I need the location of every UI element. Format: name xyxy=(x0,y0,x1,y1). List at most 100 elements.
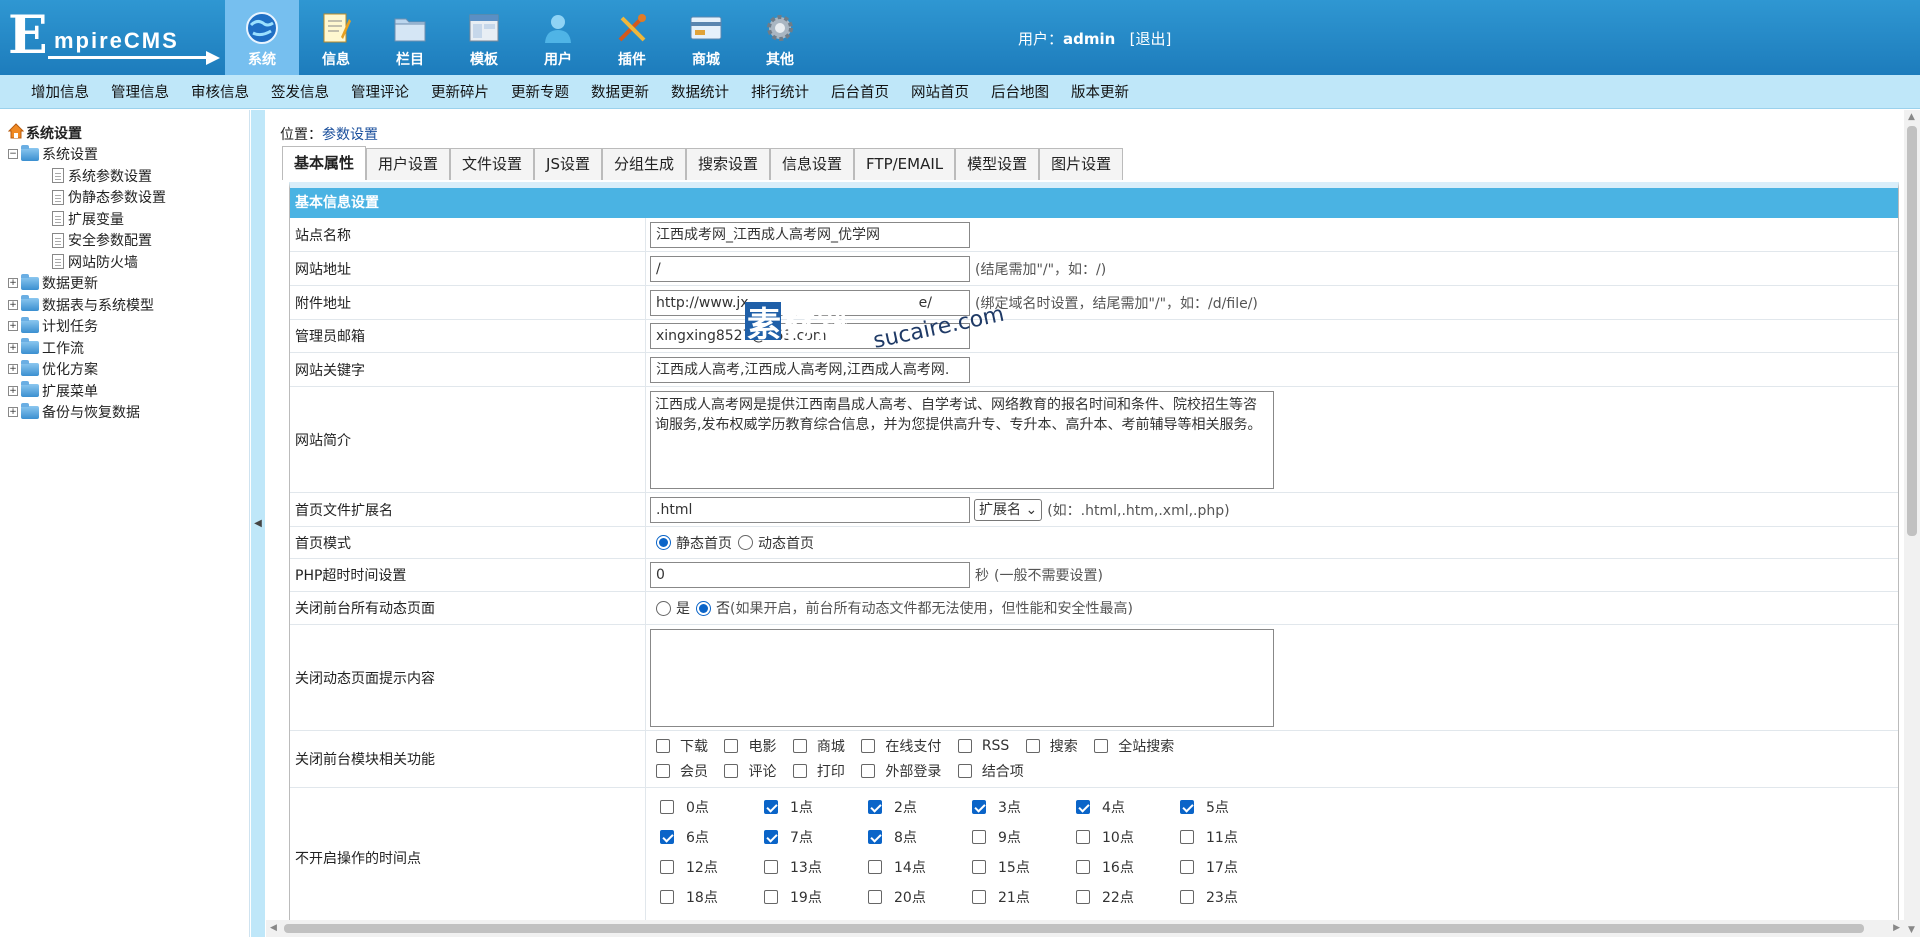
scroll-thumb[interactable] xyxy=(1907,126,1917,536)
tree-item-firewall[interactable]: 网站防火墙 xyxy=(8,251,166,273)
hour-checkbox[interactable]: 7点 xyxy=(764,827,868,847)
expand-icon[interactable]: + xyxy=(8,321,18,332)
static-index-radio[interactable] xyxy=(656,535,671,550)
tab-file[interactable]: 文件设置 xyxy=(450,148,535,180)
hour-checkbox[interactable]: 13点 xyxy=(764,857,868,877)
tab-image[interactable]: 图片设置 xyxy=(1039,148,1124,180)
tab-search[interactable]: 搜索设置 xyxy=(686,148,771,180)
site-url-input[interactable]: / xyxy=(650,255,970,282)
scroll-right-icon[interactable]: ▶ xyxy=(1893,923,1900,933)
horizontal-scrollbar[interactable]: ◀ ▶ xyxy=(266,920,1904,937)
tree-group-backup[interactable]: + 备份与恢复数据 xyxy=(8,402,166,424)
tree-root[interactable]: 系统设置 xyxy=(7,122,166,144)
hour-checkbox[interactable]: 16点 xyxy=(1076,857,1180,877)
vertical-scrollbar[interactable]: ▲ ▼ xyxy=(1904,110,1920,937)
module-checkbox[interactable]: 评论 xyxy=(724,761,776,781)
tab-group-gen[interactable]: 分组生成 xyxy=(602,148,687,180)
tree-group-optimize[interactable]: + 优化方案 xyxy=(8,359,166,381)
tab-info[interactable]: 信息设置 xyxy=(770,148,855,180)
tree-item-sys-params[interactable]: 系统参数设置 xyxy=(8,165,166,187)
subnav-sign-info[interactable]: 签发信息 xyxy=(271,81,329,102)
hour-checkbox[interactable]: 17点 xyxy=(1180,857,1284,877)
subnav-manage-comments[interactable]: 管理评论 xyxy=(351,81,409,102)
module-checkbox[interactable]: RSS xyxy=(957,738,1009,754)
module-checkbox[interactable]: 外部登录 xyxy=(861,761,941,781)
tree-item-ext-vars[interactable]: 扩展变量 xyxy=(8,208,166,230)
expand-icon[interactable]: + xyxy=(8,278,18,289)
close-dynamic-no-radio[interactable] xyxy=(696,600,711,616)
hour-checkbox[interactable]: 14点 xyxy=(868,857,972,877)
expand-icon[interactable]: + xyxy=(8,364,18,375)
top-nav-other[interactable]: 其他 xyxy=(743,0,817,75)
expand-icon[interactable]: + xyxy=(8,299,18,310)
subnav-site-home[interactable]: 网站首页 xyxy=(911,81,969,102)
tree-group-tables-models[interactable]: + 数据表与系统模型 xyxy=(8,294,166,316)
hour-checkbox[interactable]: 2点 xyxy=(868,797,972,817)
hour-checkbox[interactable]: 4点 xyxy=(1076,797,1180,817)
subnav-admin-map[interactable]: 后台地图 xyxy=(991,81,1049,102)
top-nav-plugin[interactable]: 插件 xyxy=(595,0,669,75)
hour-checkbox[interactable]: 9点 xyxy=(972,827,1076,847)
tree-group-workflow[interactable]: + 工作流 xyxy=(8,337,166,359)
php-timeout-input[interactable]: 0 xyxy=(650,562,970,588)
hour-checkbox[interactable]: 22点 xyxy=(1076,887,1180,907)
hour-checkbox[interactable]: 10点 xyxy=(1076,827,1180,847)
scroll-down-icon[interactable]: ▼ xyxy=(1908,925,1915,935)
attach-url-input[interactable]: http://www.jx e/ xyxy=(650,289,970,316)
subnav-version-update[interactable]: 版本更新 xyxy=(1071,81,1129,102)
hour-checkbox[interactable]: 1点 xyxy=(764,797,868,817)
tree-item-security[interactable]: 安全参数配置 xyxy=(8,230,166,252)
hscroll-thumb[interactable] xyxy=(284,924,1864,933)
hour-checkbox[interactable]: 6点 xyxy=(660,827,764,847)
sidebar-toggle[interactable]: ◀ xyxy=(251,110,265,937)
tab-user[interactable]: 用户设置 xyxy=(366,148,451,180)
module-checkbox[interactable]: 结合项 xyxy=(957,761,1024,781)
close-tip-textarea[interactable] xyxy=(650,628,1274,727)
module-checkbox[interactable]: 打印 xyxy=(792,761,845,781)
module-checkbox[interactable]: 电影 xyxy=(724,736,776,756)
scroll-up-icon[interactable]: ▲ xyxy=(1908,112,1915,122)
top-nav-template[interactable]: 模板 xyxy=(447,0,521,75)
tree-group-ext-menu[interactable]: + 扩展菜单 xyxy=(8,380,166,402)
tab-js[interactable]: JS设置 xyxy=(534,148,602,180)
hour-checkbox[interactable]: 20点 xyxy=(868,887,972,907)
top-nav-column[interactable]: 栏目 xyxy=(373,0,447,75)
hour-checkbox[interactable]: 8点 xyxy=(868,827,972,847)
tree-item-rewrite-params[interactable]: 伪静态参数设置 xyxy=(8,187,166,209)
hour-checkbox[interactable]: 12点 xyxy=(660,857,764,877)
hour-checkbox[interactable]: 18点 xyxy=(660,887,764,907)
expand-icon[interactable]: + xyxy=(8,342,18,353)
scroll-left-icon[interactable]: ◀ xyxy=(270,923,277,933)
top-nav-info[interactable]: 信息 xyxy=(299,0,373,75)
index-ext-input[interactable]: .html xyxy=(650,496,970,523)
hour-checkbox[interactable]: 5点 xyxy=(1180,797,1284,817)
ext-select[interactable]: 扩展名 ⌄ xyxy=(974,498,1043,521)
hour-checkbox[interactable]: 23点 xyxy=(1180,887,1284,907)
module-checkbox[interactable]: 会员 xyxy=(656,761,708,781)
hour-checkbox[interactable]: 11点 xyxy=(1180,827,1284,847)
hour-checkbox[interactable]: 15点 xyxy=(972,857,1076,877)
tab-basic[interactable]: 基本属性 xyxy=(282,146,367,180)
empirecms-logo[interactable]: E mpireCMS xyxy=(8,8,220,68)
dynamic-index-radio[interactable] xyxy=(738,535,753,550)
module-checkbox[interactable]: 商城 xyxy=(792,736,845,756)
intro-textarea[interactable]: 江西成人高考网是提供江西南昌成人高考、自学考试、网络教育的报名时间和条件、院校招… xyxy=(650,390,1274,489)
subnav-add-info[interactable]: 增加信息 xyxy=(31,81,89,102)
logout-link[interactable]: [退出] xyxy=(1130,30,1172,48)
top-nav-user[interactable]: 用户 xyxy=(521,0,595,75)
module-checkbox[interactable]: 全站搜索 xyxy=(1094,736,1174,756)
hour-checkbox[interactable]: 19点 xyxy=(764,887,868,907)
hour-checkbox[interactable]: 3点 xyxy=(972,797,1076,817)
subnav-admin-home[interactable]: 后台首页 xyxy=(831,81,889,102)
site-name-input[interactable]: 江西成考网_江西成人高考网_优学网 xyxy=(650,221,970,248)
module-checkbox[interactable]: 在线支付 xyxy=(861,736,941,756)
subnav-update-fragments[interactable]: 更新碎片 xyxy=(431,81,489,102)
top-nav-shop[interactable]: 商城 xyxy=(669,0,743,75)
subnav-data-update[interactable]: 数据更新 xyxy=(591,81,649,102)
subnav-review-info[interactable]: 审核信息 xyxy=(191,81,249,102)
admin-email-input[interactable]: xingxing8527@163.com xyxy=(650,323,970,349)
collapse-icon[interactable]: − xyxy=(8,149,18,160)
subnav-data-stats[interactable]: 数据统计 xyxy=(671,81,729,102)
close-dynamic-yes-radio[interactable] xyxy=(656,600,671,616)
subnav-manage-info[interactable]: 管理信息 xyxy=(111,81,169,102)
